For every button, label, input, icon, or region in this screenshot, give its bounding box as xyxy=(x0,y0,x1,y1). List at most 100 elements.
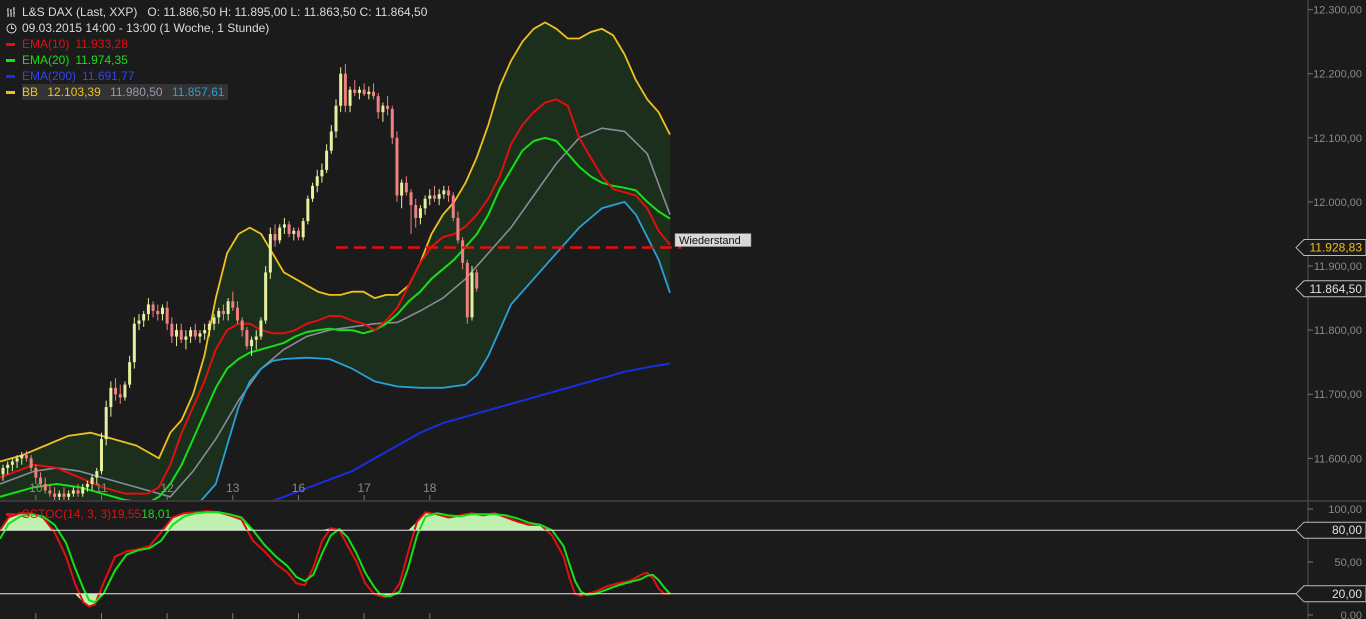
stoch-tick-label: 100,00 xyxy=(1328,504,1362,516)
candle-body xyxy=(432,195,436,199)
candle-body xyxy=(231,301,235,308)
candle-body xyxy=(221,310,225,315)
bb-label: BB xyxy=(22,85,39,99)
stoch-tick-label: 80,00 xyxy=(1332,523,1362,537)
candle-body xyxy=(409,192,413,206)
ema10-swatch xyxy=(6,42,15,46)
candle-body xyxy=(296,230,300,238)
candle-body xyxy=(6,464,10,468)
candle-body xyxy=(306,198,310,222)
stoch-label: SSTOC(14, 3, 3) xyxy=(22,507,112,521)
ema200-label: EMA(200) xyxy=(22,69,77,83)
candle-body xyxy=(29,458,33,468)
candle-body xyxy=(203,330,207,334)
price-tag-label: 11.864,50 xyxy=(1310,282,1363,296)
candle-body xyxy=(85,483,89,488)
price-tick-label: 11.600,00 xyxy=(1314,453,1362,465)
price-tick-label: 11.700,00 xyxy=(1314,389,1362,401)
stoch-legend: SSTOC(14, 3, 3) 19,55 18,01 xyxy=(6,506,171,522)
candle-body xyxy=(151,304,155,311)
candle-body xyxy=(334,105,338,132)
bb-upper-value: 12.103,39 xyxy=(47,85,101,99)
candle-body xyxy=(292,230,296,234)
candle-body xyxy=(325,150,329,170)
candle-body xyxy=(53,493,57,497)
ema200-swatch xyxy=(6,74,15,78)
candle-body xyxy=(278,227,282,241)
candle-body xyxy=(48,490,52,494)
stoch-k-value: 19,55 xyxy=(111,507,142,521)
price-tick-label: 12.100,00 xyxy=(1313,133,1362,145)
candle-body xyxy=(71,490,75,494)
candle-body xyxy=(287,224,291,234)
candle-body xyxy=(212,317,216,324)
ema10-label: EMA(10) xyxy=(22,37,70,51)
candle-body xyxy=(273,233,277,241)
candle-body xyxy=(414,205,418,218)
legend-period-row: 09.03.2015 14:00 - 13:00 (1 Woche, 1 Stu… xyxy=(6,20,427,36)
ema20-label: EMA(20) xyxy=(22,53,70,67)
candle-body xyxy=(315,176,319,186)
date-tick-label: 18 xyxy=(423,481,437,495)
candle-body xyxy=(301,221,305,238)
candle-body xyxy=(311,185,315,199)
candle-body xyxy=(268,233,272,273)
bb-swatch xyxy=(6,90,15,94)
stoch-tick-label: 50,00 xyxy=(1334,557,1362,569)
stoch-tick-label: 20,00 xyxy=(1332,587,1362,601)
candle-body xyxy=(475,272,479,289)
candle-body xyxy=(282,224,286,228)
candle-body xyxy=(381,105,385,113)
stoch-d-value: 18,01 xyxy=(141,507,172,521)
resistance-label: Wiederstand xyxy=(679,235,741,247)
candle-body xyxy=(442,190,446,195)
candle-body xyxy=(179,330,183,340)
bb-mid-value: 11.980,50 xyxy=(110,85,163,99)
date-tick-label: 11 xyxy=(95,481,108,495)
candle-body xyxy=(428,195,432,199)
candle-body xyxy=(451,195,455,218)
candle-body xyxy=(207,323,211,331)
candle-body xyxy=(245,330,249,347)
candle-body xyxy=(160,307,164,315)
candle-body xyxy=(320,169,324,177)
candle-body xyxy=(114,387,118,395)
candle-body xyxy=(184,336,188,340)
instrument-title: L&S DAX (Last, XXP) xyxy=(22,5,138,19)
candle-body xyxy=(123,384,127,398)
candle-body xyxy=(128,362,132,385)
price-tag-label: 11.928,83 xyxy=(1310,241,1363,255)
ohlc-values: O: 11.886,50 H: 11.895,00 L: 11.863,50 C… xyxy=(147,5,428,19)
ema20-value: 11.974,35 xyxy=(75,53,128,67)
candle-body xyxy=(395,137,399,196)
bb-values: BB 12.103,39 11.980,50 11.857,61 xyxy=(22,84,229,100)
candle-body xyxy=(193,330,197,337)
candle-body xyxy=(447,190,451,196)
candle-body xyxy=(470,272,474,318)
candle-body xyxy=(423,198,427,209)
candle-body xyxy=(437,194,441,199)
ema10-value: 11.933,28 xyxy=(75,37,128,51)
candle-body xyxy=(189,330,193,337)
candle-body xyxy=(34,467,38,478)
candle-body xyxy=(259,320,263,337)
candle-body xyxy=(137,320,141,324)
bb-lower-value: 11.857,61 xyxy=(171,85,225,99)
candle-body xyxy=(404,182,408,193)
candle-body xyxy=(250,339,254,347)
candle-body xyxy=(254,336,258,340)
candle-body xyxy=(81,487,85,494)
ema20-swatch xyxy=(6,58,15,62)
candle-body xyxy=(386,105,390,109)
price-tick-label: 12.200,00 xyxy=(1313,69,1362,81)
candle-body xyxy=(461,240,465,263)
candle-body xyxy=(170,323,174,337)
candle-body xyxy=(142,314,146,321)
price-tick-label: 11.800,00 xyxy=(1314,325,1362,337)
candle-body xyxy=(146,304,150,315)
candle-body xyxy=(175,330,179,337)
stoch-tick-label: 0,00 xyxy=(1341,610,1362,619)
candle-body xyxy=(15,458,19,462)
candle-body xyxy=(20,455,24,459)
bars-icon xyxy=(7,6,15,17)
